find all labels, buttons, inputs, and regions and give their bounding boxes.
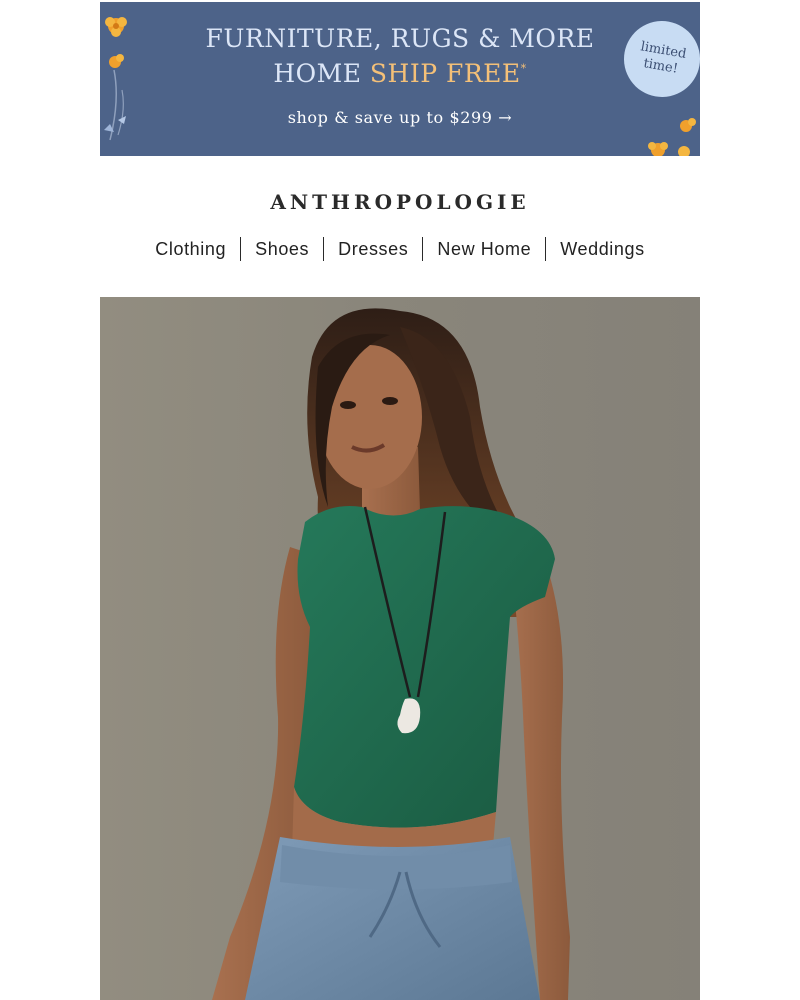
banner-highlight-text: SHIP FREE bbox=[369, 59, 521, 88]
nav-item-new-home[interactable]: New Home bbox=[423, 239, 545, 260]
category-nav: Clothing Shoes Dresses New Home Weddings bbox=[0, 237, 800, 261]
nav-item-dresses[interactable]: Dresses bbox=[324, 239, 422, 260]
banner-headline-prefix: HOME bbox=[273, 59, 370, 88]
banner-headline-secondary: HOME SHIP FREE* bbox=[100, 59, 700, 88]
hero-image[interactable] bbox=[100, 297, 700, 1000]
brand-logo[interactable]: ANTHROPOLOGIE bbox=[0, 190, 800, 214]
banner-headline: FURNITURE, RUGS & MORE bbox=[205, 24, 595, 53]
nav-item-weddings[interactable]: Weddings bbox=[546, 239, 659, 260]
nav-item-clothing[interactable]: Clothing bbox=[141, 239, 240, 260]
banner-cta-link[interactable]: shop & save up to $299 → bbox=[100, 108, 700, 127]
promo-banner[interactable]: FURNITURE, RUGS & MORE HOME SHIP FREE* s… bbox=[100, 2, 700, 156]
nav-item-shoes[interactable]: Shoes bbox=[241, 239, 323, 260]
model-illustration bbox=[212, 308, 570, 1000]
banner-asterisk: * bbox=[520, 62, 527, 75]
